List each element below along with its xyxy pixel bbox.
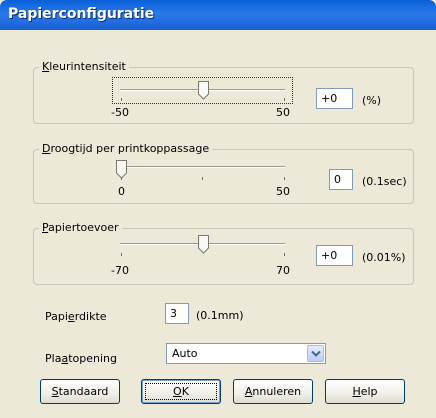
color-density-unit: (%): [362, 94, 382, 107]
platen-gap-dropdown-button[interactable]: [307, 345, 324, 362]
ok-focus-ring: [145, 383, 217, 400]
thickness-value-field[interactable]: 3: [165, 303, 189, 324]
platen-gap-selected: Auto: [172, 347, 198, 360]
cancel-button[interactable]: Annuleren: [233, 379, 313, 404]
chevron-down-icon: [311, 350, 321, 357]
help-button[interactable]: Help: [325, 379, 405, 404]
thickness-label: Papierdikte: [45, 310, 107, 323]
paper-config-dialog: Papierconfiguratie Kleurintensiteit -50 …: [0, 0, 436, 418]
drying-time-unit: (0.1sec): [362, 175, 407, 188]
paper-feed-group: Papiertoevoer: [33, 221, 414, 285]
paper-feed-slider-thumb-icon[interactable]: [198, 235, 209, 254]
drying-time-label: Droogtijd per printkoppassage: [39, 142, 213, 155]
thickness-unit: (0.1mm): [196, 309, 244, 322]
drying-time-slider-track[interactable]: [120, 166, 285, 168]
ok-button[interactable]: OK: [141, 379, 221, 404]
platen-gap-label: Plaatopening: [45, 352, 117, 365]
paper-feed-tick-min: [121, 253, 122, 256]
drying-time-tick-max: [284, 177, 285, 180]
drying-time-slider-thumb-icon[interactable]: [116, 160, 127, 179]
paper-feed-value: +0: [321, 249, 338, 262]
paper-feed-min-label: -70: [111, 264, 129, 277]
paper-feed-max-label: 70: [276, 264, 290, 277]
drying-time-max-label: 50: [276, 185, 290, 198]
color-density-value: +0: [321, 92, 338, 105]
color-density-min-label: -50: [111, 106, 129, 119]
thickness-value: 3: [170, 307, 177, 320]
title-bar[interactable]: Papierconfiguratie: [0, 0, 436, 30]
platen-gap-select[interactable]: Auto: [166, 343, 326, 364]
drying-time-group: Droogtijd per printkoppassage: [33, 142, 414, 204]
paper-feed-unit: (0.01%): [362, 251, 406, 264]
color-density-max-label: 50: [276, 106, 290, 119]
standard-button[interactable]: Standaard: [40, 379, 120, 404]
color-density-tick-max: [284, 98, 285, 101]
paper-feed-tick-max: [284, 253, 285, 256]
drying-time-value-field[interactable]: 0: [329, 169, 353, 190]
color-density-value-field[interactable]: +0: [316, 88, 353, 109]
drying-time-value: 0: [334, 173, 341, 186]
drying-time-tick-mid: [202, 177, 203, 180]
paper-feed-label: Papiertoevoer: [39, 221, 122, 234]
color-density-tick-min: [121, 98, 122, 101]
color-density-slider-thumb-icon[interactable]: [198, 81, 209, 100]
window-title: Papierconfiguratie: [8, 6, 155, 22]
paper-feed-value-field[interactable]: +0: [316, 245, 353, 266]
color-density-label: Kleurintensiteit: [39, 60, 129, 73]
drying-time-min-label: 0: [118, 185, 125, 198]
